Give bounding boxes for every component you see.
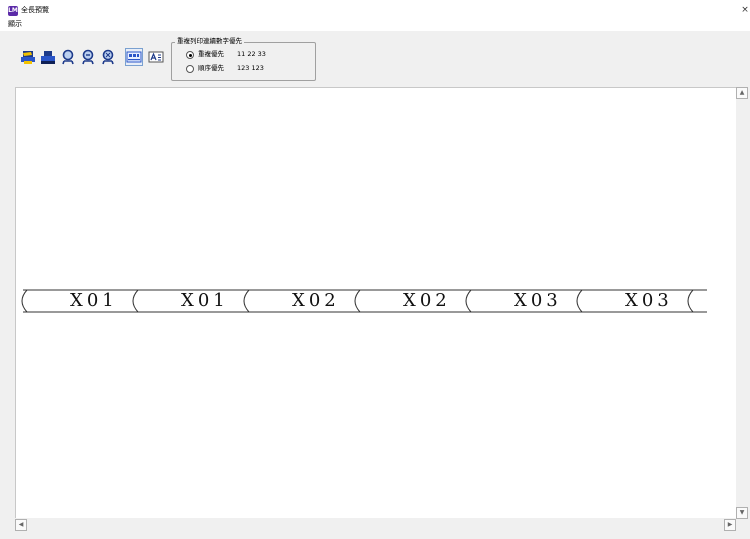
radio-sample: 123 123 xyxy=(237,64,264,72)
label-separator xyxy=(243,289,250,313)
scroll-up-button[interactable]: ▲ xyxy=(736,87,748,99)
zoom-fit-icon xyxy=(102,49,114,65)
printer-button[interactable] xyxy=(40,49,56,65)
radio-button[interactable] xyxy=(186,65,194,73)
window-title: 全長預覽 xyxy=(21,6,49,14)
close-button[interactable]: × xyxy=(740,4,750,16)
tube-label: X03 xyxy=(514,290,562,311)
text-size-icon xyxy=(148,51,164,63)
tube-label: X01 xyxy=(181,290,229,311)
horizontal-scrollbar[interactable]: ◀ ▶ xyxy=(15,518,736,532)
tube-label: X03 xyxy=(625,290,673,311)
radio-label: 重複優先 xyxy=(198,50,224,58)
radio-sample: 11 22 33 xyxy=(237,50,266,58)
label-separator xyxy=(354,289,361,313)
label-separator xyxy=(132,289,139,313)
print-button[interactable] xyxy=(20,49,36,65)
radio-button[interactable] xyxy=(186,51,194,59)
scroll-down-button[interactable]: ▼ xyxy=(736,507,748,519)
text-size-button[interactable] xyxy=(148,49,164,65)
label-separator xyxy=(687,289,694,313)
label-separator xyxy=(465,289,472,313)
zoom-in-button[interactable] xyxy=(61,49,77,65)
zoom-out-icon xyxy=(82,49,94,65)
label-separator xyxy=(576,289,583,313)
zoom-out-button[interactable] xyxy=(81,49,97,65)
radio-label: 順序優先 xyxy=(198,64,224,72)
title-bar: LM 全長預覽 × xyxy=(0,0,750,18)
menu-bar: 顯示 xyxy=(0,18,750,31)
print-order-groupbox xyxy=(171,42,316,81)
tube-label: X01 xyxy=(70,290,118,311)
scroll-right-button[interactable]: ▶ xyxy=(724,519,736,531)
zoom-in-icon xyxy=(62,49,74,65)
app-icon: LM xyxy=(8,6,18,16)
tube-label: X02 xyxy=(292,290,340,311)
zoom-fit-button[interactable] xyxy=(101,49,117,65)
label-separator xyxy=(21,289,28,313)
label-strip: X01 X01 X02 X02 X03 X03 xyxy=(17,289,707,313)
vertical-scrollbar[interactable]: ▲ ▼ xyxy=(736,87,748,532)
ruler-button[interactable] xyxy=(125,48,143,66)
label-strip-outline xyxy=(21,289,707,313)
tube-label: X02 xyxy=(403,290,451,311)
print-icon xyxy=(21,51,35,64)
print-order-title: 重複列印連續數字優先 xyxy=(175,37,244,46)
menu-item-view[interactable]: 顯示 xyxy=(8,20,22,29)
ruler-icon xyxy=(126,51,142,63)
scroll-left-button[interactable]: ◀ xyxy=(15,519,27,531)
printer-icon xyxy=(41,51,55,64)
